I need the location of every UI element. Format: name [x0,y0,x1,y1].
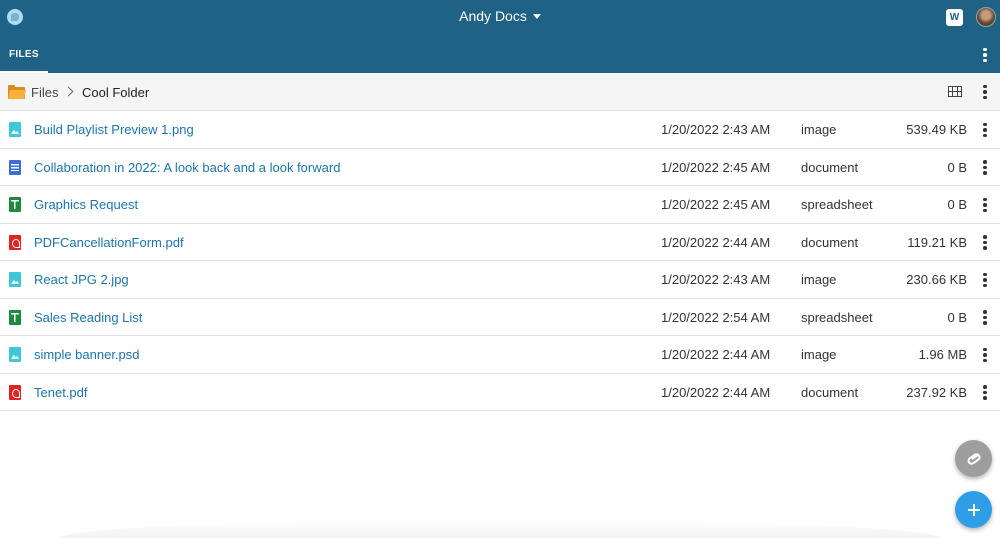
file-date: 1/20/2022 2:45 AM [661,197,771,212]
file-date: 1/20/2022 2:44 AM [661,347,771,362]
file-name-link[interactable]: PDFCancellationForm.pdf [34,235,184,250]
row-more-icon[interactable] [978,234,992,252]
pdf-file-icon [9,384,21,400]
row-more-icon[interactable] [978,384,992,402]
file-row[interactable]: Sales Reading List 1/20/2022 2:54 AM spr… [0,298,1000,336]
file-name-link[interactable]: Tenet.pdf [34,385,88,400]
plus-icon [967,503,980,516]
file-date: 1/20/2022 2:44 AM [661,384,771,400]
pdf-file-icon [9,234,21,250]
file-type: image [801,347,837,362]
workspace-title: Andy Docs [459,8,527,24]
file-list: Build Playlist Preview 1.png 1/20/2022 2… [0,111,1000,411]
file-row[interactable]: Build Playlist Preview 1.png 1/20/2022 2… [0,111,1000,149]
app-title-bar: Andy Docs [0,8,1000,28]
file-size: 539.49 KB [906,122,967,137]
file-date: 1/20/2022 2:43 AM [661,272,771,287]
file-row[interactable]: Tenet.pdf 1/20/2022 2:44 AM document 237… [0,373,1000,411]
chevron-right-icon [63,86,74,97]
file-date: 1/20/2022 2:43 AM [661,122,771,137]
notifications-button[interactable]: W [946,9,963,26]
tab-files[interactable]: FILES [0,36,48,73]
image-file-icon [9,347,21,362]
row-more-icon[interactable] [978,159,992,177]
row-more-icon[interactable] [978,196,992,214]
caret-down-icon [532,14,541,19]
file-type: document [801,234,859,250]
image-file-icon [9,272,21,287]
file-type: image [801,122,837,137]
file-size: 0 B [947,309,967,325]
folder-more-icon[interactable] [978,83,992,101]
file-type: document [801,384,859,400]
app-header: Andy Docs W FILES [0,0,1000,73]
image-file-icon [9,122,21,137]
file-type: document [801,159,859,175]
file-size: 1.96 MB [918,347,967,362]
file-name-link[interactable]: simple banner.psd [34,347,140,362]
file-size: 237.92 KB [906,384,967,400]
file-name-link[interactable]: Graphics Request [34,197,138,212]
bottom-shadow [60,520,940,538]
spreadsheet-file-icon [9,309,21,325]
spreadsheet-file-icon [9,197,21,212]
file-date: 1/20/2022 2:54 AM [661,309,771,325]
file-date: 1/20/2022 2:45 AM [661,159,771,175]
file-row[interactable]: React JPG 2.jpg 1/20/2022 2:43 AM image … [0,261,1000,299]
row-more-icon[interactable] [978,121,992,139]
row-more-icon[interactable] [978,271,992,289]
file-size: 0 B [947,197,967,212]
file-type: image [801,272,837,287]
file-row[interactable]: PDFCancellationForm.pdf 1/20/2022 2:44 A… [0,223,1000,261]
file-type: spreadsheet [801,197,873,212]
file-size: 0 B [947,159,967,175]
paperclip-icon [965,451,982,466]
row-more-icon[interactable] [978,309,992,327]
file-name-link[interactable]: Collaboration in 2022: A look back and a… [34,160,340,175]
file-name-link[interactable]: Sales Reading List [34,310,142,325]
grid-view-icon[interactable] [948,86,962,97]
file-row[interactable]: Graphics Request 1/20/2022 2:45 AM sprea… [0,186,1000,224]
workspace-switcher[interactable]: Andy Docs [459,8,541,24]
breadcrumb: Files Cool Folder [0,73,1000,111]
attach-button[interactable] [955,440,992,477]
file-date: 1/20/2022 2:44 AM [661,234,771,250]
add-button[interactable] [955,491,992,528]
file-row[interactable]: simple banner.psd 1/20/2022 2:44 AM imag… [0,336,1000,374]
document-file-icon [9,159,21,175]
notifications-badge-icon: W [949,11,960,23]
file-name-link[interactable]: React JPG 2.jpg [34,272,129,287]
folder-icon [8,85,26,99]
file-row[interactable]: Collaboration in 2022: A look back and a… [0,148,1000,186]
file-type: spreadsheet [801,309,873,325]
tab-files-label: FILES [9,49,39,60]
breadcrumb-root-link[interactable]: Files [31,85,58,100]
file-name-link[interactable]: Build Playlist Preview 1.png [34,122,194,137]
breadcrumb-current: Cool Folder [82,85,150,100]
row-more-icon[interactable] [978,346,992,364]
file-size: 230.66 KB [906,272,967,287]
header-more-icon[interactable] [978,46,992,64]
user-avatar[interactable] [976,7,996,27]
file-size: 119.21 KB [907,234,967,250]
